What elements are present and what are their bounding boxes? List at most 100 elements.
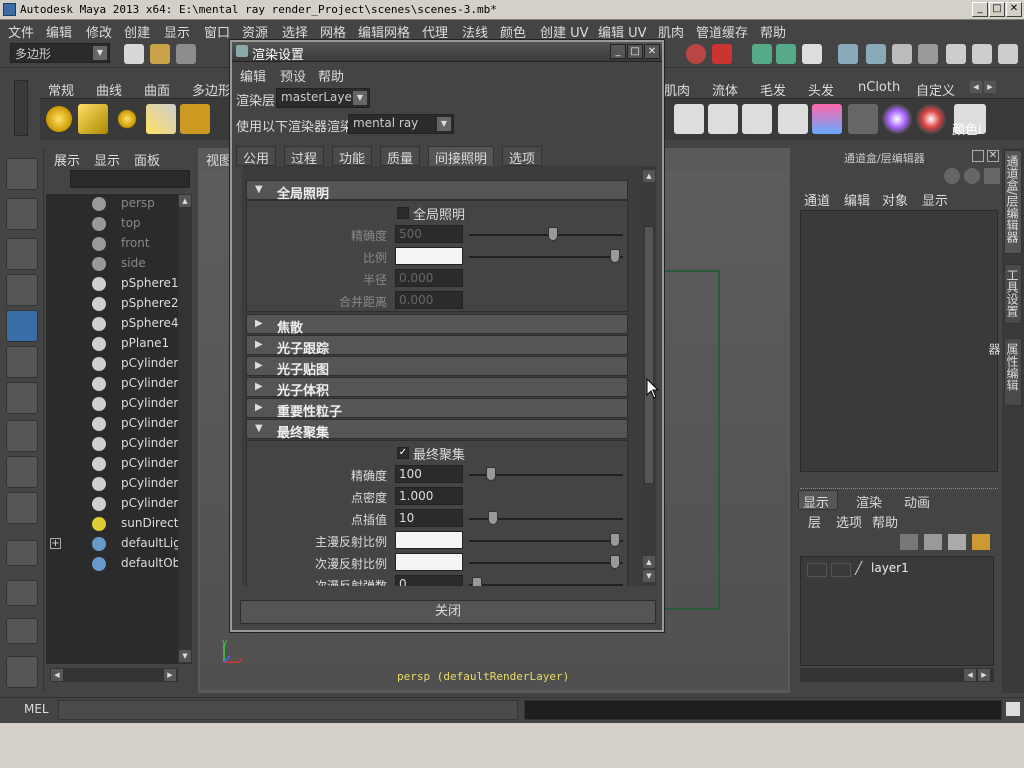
tab-passes[interactable]: 过程: [284, 146, 325, 167]
layer-menu-help[interactable]: 帮助: [872, 512, 898, 531]
list-item[interactable]: pCylinder7: [46, 454, 178, 474]
renderer-select[interactable]: mental ray ▼: [348, 114, 454, 134]
fg-point-density-field[interactable]: 1.000: [395, 487, 463, 505]
gi-checkbox[interactable]: [397, 207, 409, 219]
menu-edit[interactable]: 编辑: [46, 22, 72, 41]
list-item[interactable]: top: [46, 214, 178, 234]
layer-tab-display[interactable]: 显示: [798, 490, 838, 511]
close-button[interactable]: 关闭: [240, 600, 656, 624]
scroll-right-button[interactable]: ▶: [164, 669, 176, 681]
shelf-tab-general[interactable]: 常规: [48, 80, 74, 99]
layer-tab-render[interactable]: 渲染: [856, 492, 882, 511]
shelf-tab-ncloth[interactable]: nCloth: [858, 80, 900, 95]
scroll-up-button[interactable]: ▲: [179, 195, 191, 207]
command-language-label[interactable]: MEL: [24, 702, 49, 716]
scroll-up-button[interactable]: ▲: [643, 556, 655, 568]
viewport-menu-view[interactable]: 视图: [206, 150, 232, 169]
list-item[interactable]: pCylinder2: [46, 354, 178, 374]
rotate-tool-icon[interactable]: [6, 310, 38, 342]
input-ops-icon[interactable]: [752, 44, 772, 64]
channel-box-toggle-icon[interactable]: [998, 44, 1018, 64]
list-item[interactable]: pCylinder9: [46, 494, 178, 514]
tab-options[interactable]: 选项: [502, 146, 543, 167]
attribute-editor-toggle-icon[interactable]: [946, 44, 966, 64]
menu-edit-mesh[interactable]: 编辑网格: [358, 22, 410, 41]
cb-menu-edit[interactable]: 编辑: [844, 190, 870, 209]
scroll-down-button[interactable]: ▼: [179, 650, 191, 662]
outliner-menu-panels[interactable]: 面板: [134, 150, 160, 169]
dialog-maximize-button[interactable]: □: [627, 44, 643, 59]
tab-common[interactable]: 公用: [236, 146, 277, 167]
shelf-tab-hair[interactable]: 头发: [808, 80, 834, 99]
shelf-scroll-right-button[interactable]: ▶: [984, 81, 996, 93]
list-item[interactable]: front: [46, 234, 178, 254]
directional-light-icon[interactable]: [78, 104, 108, 134]
shelf-tab-surfaces[interactable]: 曲面: [144, 80, 170, 99]
menu-mesh[interactable]: 网格: [320, 22, 346, 41]
menu-create[interactable]: 创建: [124, 22, 150, 41]
tab-quality[interactable]: 质量: [380, 146, 421, 167]
ambient-light-icon[interactable]: [44, 104, 74, 134]
side-tab-channel-box[interactable]: 通道盒/层编辑器: [1004, 150, 1022, 254]
gi-accuracy-slider-handle[interactable]: [548, 227, 559, 241]
fg-secondary-diffuse-bounces-field[interactable]: 0: [395, 575, 463, 586]
outliner-hscrollbar[interactable]: ◀ ▶: [50, 668, 178, 682]
menu-modify[interactable]: 修改: [86, 22, 112, 41]
new-scene-icon[interactable]: [124, 44, 144, 64]
render-clapper-icon-3[interactable]: [742, 104, 772, 134]
gi-accuracy-field[interactable]: 500: [395, 225, 463, 243]
layer-visibility-toggle[interactable]: [807, 563, 827, 577]
dialog-menu-help[interactable]: 帮助: [318, 66, 344, 85]
render-window-icon[interactable]: [848, 104, 878, 134]
shelf-tab-fur[interactable]: 毛发: [760, 80, 786, 99]
section-importons[interactable]: ▶ 重要性粒子: [246, 398, 628, 420]
menu-proxy[interactable]: 代理: [422, 22, 448, 41]
dialog-menu-edit[interactable]: 编辑: [240, 66, 266, 85]
render-clapper-icon-1[interactable]: [674, 104, 704, 134]
tab-features[interactable]: 功能: [332, 146, 373, 167]
maximize-button[interactable]: □: [989, 2, 1005, 17]
scroll-left-button[interactable]: ◀: [51, 669, 63, 681]
float-panel-icon[interactable]: [972, 150, 984, 162]
shelf-tab-custom[interactable]: 自定义: [916, 80, 955, 99]
universal-manipulator-icon[interactable]: [6, 382, 38, 414]
hypershade-icon[interactable]: [918, 44, 938, 64]
layer-type-toggle[interactable]: [831, 563, 851, 577]
outliner-vscrollbar[interactable]: ▲ ▼: [178, 194, 192, 664]
section-photon-tracing[interactable]: ▶ 光子跟踪: [246, 335, 628, 357]
scroll-thumb[interactable]: [644, 226, 654, 484]
fg-primary-diffuse-slider[interactable]: [469, 540, 623, 542]
layer-options-icon[interactable]: [948, 534, 966, 550]
layer-hscrollbar[interactable]: ◀ ▶: [800, 668, 994, 682]
layer-add-icon[interactable]: [972, 534, 990, 550]
fg-secondary-diffuse-slider[interactable]: [469, 562, 623, 564]
outliner-search-input[interactable]: [70, 170, 190, 188]
section-caustics[interactable]: ▶ 焦散: [246, 314, 628, 336]
list-item[interactable]: pSphere1: [46, 274, 178, 294]
expand-icon[interactable]: +: [50, 538, 61, 549]
spot-light-icon[interactable]: [146, 104, 176, 134]
shelf-scroll-left-button[interactable]: ◀: [970, 81, 982, 93]
scroll-right-button[interactable]: ▶: [978, 669, 990, 681]
tab-indirect-lighting[interactable]: 间接照明: [428, 146, 495, 167]
shelf-tab-fluids[interactable]: 流体: [712, 80, 738, 99]
mode-selector[interactable]: 多边形 ▼: [10, 43, 110, 63]
list-item[interactable]: sunDirecti: [46, 514, 178, 534]
menu-color[interactable]: 颜色: [500, 22, 526, 41]
menu-edit-uv[interactable]: 编辑 UV: [598, 22, 647, 41]
render-layer-select[interactable]: masterLayer ▼: [276, 88, 370, 108]
snap-icon[interactable]: [686, 44, 706, 64]
fg-secondary-diffuse-bounces-slider[interactable]: [469, 584, 623, 586]
list-item[interactable]: pSphere4: [46, 314, 178, 334]
render-sequence-icon[interactable]: [812, 104, 842, 134]
cb-menu-channels[interactable]: 通道: [804, 190, 830, 209]
render-frame-icon[interactable]: [838, 44, 858, 64]
scroll-down-button[interactable]: ▼: [643, 570, 655, 582]
single-view-layout-icon[interactable]: [6, 540, 38, 566]
menu-help[interactable]: 帮助: [760, 22, 786, 41]
script-editor-icon[interactable]: [1006, 702, 1020, 716]
menu-normals[interactable]: 法线: [462, 22, 488, 41]
shelf-tab-polygons[interactable]: 多边形: [192, 80, 231, 99]
fg-secondary-diffuse-color-swatch[interactable]: [395, 553, 463, 571]
outliner-menu-display[interactable]: 显示: [94, 150, 120, 169]
